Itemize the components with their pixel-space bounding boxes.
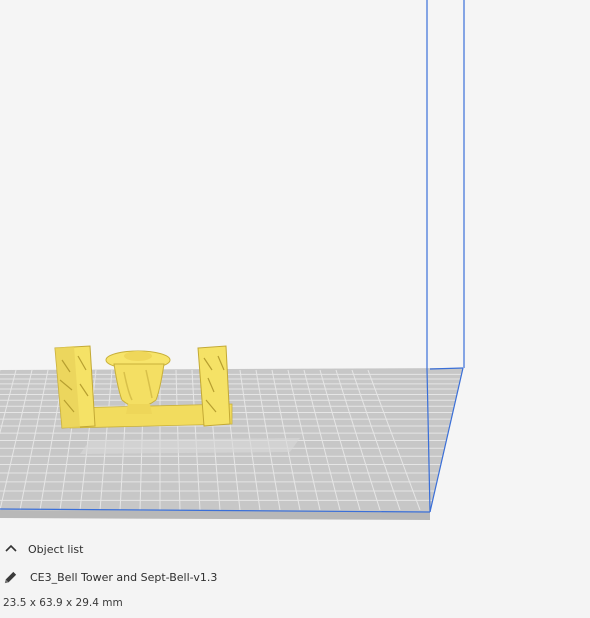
object-list-label: Object list xyxy=(28,542,84,556)
object-list-toggle[interactable]: Object list xyxy=(4,542,83,556)
pencil-icon[interactable] xyxy=(3,570,18,585)
chevron-up-icon xyxy=(5,544,17,552)
object-name-row[interactable]: CE3_Bell Tower and Sept-Bell-v1.3 xyxy=(3,570,217,585)
object-name: CE3_Bell Tower and Sept-Bell-v1.3 xyxy=(30,571,218,584)
object-panel: Object list CE3_Bell Tower and Sept-Bell… xyxy=(0,530,590,618)
3d-viewport[interactable] xyxy=(0,0,590,530)
object-dimensions: 23.5 x 63.9 x 29.4 mm xyxy=(3,597,123,609)
